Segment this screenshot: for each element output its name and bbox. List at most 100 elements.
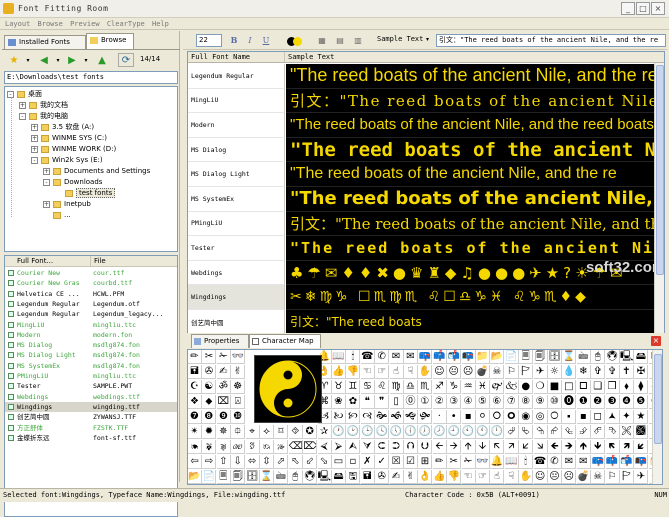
char-cell[interactable]: ❿ — [231, 410, 246, 424]
char-cell[interactable]: ☼ — [548, 365, 562, 379]
char-cell[interactable]: 🡮 — [533, 440, 548, 454]
char-cell[interactable]: • — [447, 410, 462, 424]
tree-expander[interactable]: + — [43, 168, 50, 175]
char-cell[interactable]: ❑ — [591, 380, 606, 394]
char-cell[interactable]: 📬 — [447, 350, 462, 364]
char-cell[interactable]: ✋ — [418, 365, 433, 379]
tree-node[interactable]: Win2k Sys (E:) — [41, 155, 103, 165]
char-cell[interactable]: ♋ — [360, 380, 375, 394]
char-cell[interactable]: 🕕 — [404, 425, 418, 439]
bold-button[interactable]: B — [227, 34, 241, 47]
char-cell[interactable]: ❸ — [605, 395, 620, 409]
char-cell[interactable]: ⬄ — [245, 455, 260, 469]
char-cell[interactable]: ✇ — [375, 470, 390, 484]
tree-expander[interactable]: + — [31, 124, 38, 131]
tab-installed-fonts[interactable]: Installed Fonts — [4, 35, 86, 49]
tree-expander[interactable]: - — [43, 179, 50, 186]
char-cell[interactable]: 📄 — [202, 470, 217, 484]
char-cell[interactable]: ❺ — [634, 395, 649, 409]
char-cell[interactable]: 👎 — [447, 470, 462, 484]
char-cell[interactable]: ♎ — [404, 380, 418, 394]
font-preview-row[interactable]: Modern "The reed boats of the ancient Nil… — [188, 113, 664, 138]
char-cell[interactable]: ♐ — [432, 380, 447, 394]
font-size-select[interactable]: 22 — [196, 34, 222, 47]
char-cell[interactable]: ☟ — [404, 365, 418, 379]
font-file-row[interactable]: Legendum Regular Legendum.otf — [5, 299, 177, 309]
char-cell[interactable]: ☜ — [360, 365, 375, 379]
char-cell[interactable]: 🙝 — [404, 410, 418, 424]
underline-button[interactable]: U — [259, 34, 273, 47]
char-cell[interactable]: 🕑 — [346, 425, 361, 439]
char-cell[interactable]: ✞ — [605, 365, 620, 379]
char-cell[interactable]: 👓 — [476, 455, 490, 469]
char-cell[interactable]: ✹ — [202, 425, 217, 439]
char-cell[interactable]: 🡿 — [634, 440, 649, 454]
char-cell[interactable]: 🗏 — [519, 350, 534, 364]
char-cell[interactable]: ⯑ — [288, 425, 303, 439]
font-file-row[interactable]: MingLiU mingliu.ttc — [5, 320, 177, 330]
tree-node[interactable]: Downloads — [53, 177, 102, 187]
print-button[interactable]: ▤ — [333, 34, 347, 47]
char-cell[interactable]: ❞ — [375, 395, 390, 409]
char-cell[interactable]: ✉ — [562, 455, 577, 469]
char-cell[interactable]: ◉ — [519, 410, 534, 424]
char-cell[interactable]: ⇧ — [216, 455, 231, 469]
char-cell[interactable]: 🖲 — [605, 350, 620, 364]
tree-node[interactable]: 我的文档 — [29, 100, 68, 110]
char-cell[interactable]: ♒ — [461, 380, 476, 394]
font-file-row[interactable]: MS SystemEx msdlg874.fon — [5, 361, 177, 371]
char-cell[interactable]: 📭 — [634, 455, 649, 469]
char-cell[interactable]: ❼ — [188, 410, 202, 424]
char-cell[interactable]: ⚐ — [504, 365, 519, 379]
char-cell[interactable]: 💧 — [562, 365, 577, 379]
char-cell[interactable]: ✇ — [202, 365, 217, 379]
tab-character-map[interactable]: Character Map — [249, 334, 321, 348]
char-cell[interactable]: 🙣 — [360, 410, 375, 424]
tree-node[interactable]: 桌面 — [17, 89, 42, 99]
char-cell[interactable]: 🗄 — [548, 350, 562, 364]
char-cell[interactable]: ⍓ — [231, 395, 246, 409]
char-cell[interactable]: 🡬 — [490, 440, 505, 454]
char-cell[interactable]: ✦ — [620, 410, 634, 424]
font-file-row[interactable]: Modern modern.fon — [5, 330, 177, 340]
tree-node[interactable]: 3.5 软盘 (A:) — [41, 122, 94, 132]
char-cell[interactable]: 🡫 — [476, 440, 490, 454]
font-preview-row[interactable]: Legendum Regular "The reed boats of the a… — [188, 64, 664, 89]
char-cell[interactable]: ☎ — [360, 350, 375, 364]
char-cell[interactable]: ☪ — [188, 380, 202, 394]
char-cell[interactable]: 🙡 — [346, 410, 361, 424]
char-cell[interactable]: ✉ — [576, 455, 591, 469]
char-cell[interactable]: 📖 — [332, 350, 346, 364]
char-cell[interactable]: ⮚ — [332, 440, 346, 454]
char-cell[interactable]: 🙓 — [274, 440, 289, 454]
char-cell[interactable]: 🙪 — [620, 425, 634, 439]
char-cell[interactable]: 🡯 — [519, 440, 534, 454]
char-cell[interactable]: ♓ — [476, 380, 490, 394]
folder-tree[interactable]: - 桌面 + 我的文档 - 我的电脑 +3.5 软盘 (A:) + WINME SYS (C:)… — [4, 86, 178, 252]
char-cell[interactable]: ⓿ — [562, 395, 577, 409]
char-cell[interactable]: ✠ — [634, 365, 649, 379]
char-cell[interactable]: 👎 — [346, 365, 361, 379]
scroll-thumb[interactable] — [656, 65, 664, 275]
close-window-button[interactable]: × — [651, 2, 665, 15]
grid-header-sample[interactable]: Sample Text — [285, 52, 664, 63]
char-cell[interactable]: ✝ — [620, 365, 634, 379]
char-cell[interactable]: 🟂 — [605, 410, 620, 424]
char-cell[interactable]: 🖲 — [303, 470, 318, 484]
layout-button[interactable]: ▦ — [315, 34, 329, 47]
char-cell[interactable]: 🡹 — [576, 440, 591, 454]
font-preview-row[interactable]: 创艺简中圆 引文："The reed boats — [188, 310, 664, 335]
char-cell[interactable]: ✁ — [216, 350, 231, 364]
char-cell[interactable]: ⬃ — [303, 455, 318, 469]
char-cell[interactable]: ☹ — [461, 365, 476, 379]
char-cell[interactable]: ☎ — [533, 455, 548, 469]
char-cell[interactable]: 📭 — [461, 350, 476, 364]
char-cell[interactable]: ⑥ — [490, 395, 505, 409]
char-cell[interactable]: 🕛 — [490, 425, 505, 439]
tree-node[interactable]: Documents and Settings — [53, 166, 150, 176]
char-cell[interactable]: 🖴 — [634, 350, 649, 364]
char-cell[interactable]: ⬂ — [317, 455, 332, 469]
char-cell[interactable]: ⮵ — [576, 425, 591, 439]
char-cell[interactable]: □ — [562, 380, 577, 394]
char-cell[interactable]: ☺ — [533, 470, 548, 484]
